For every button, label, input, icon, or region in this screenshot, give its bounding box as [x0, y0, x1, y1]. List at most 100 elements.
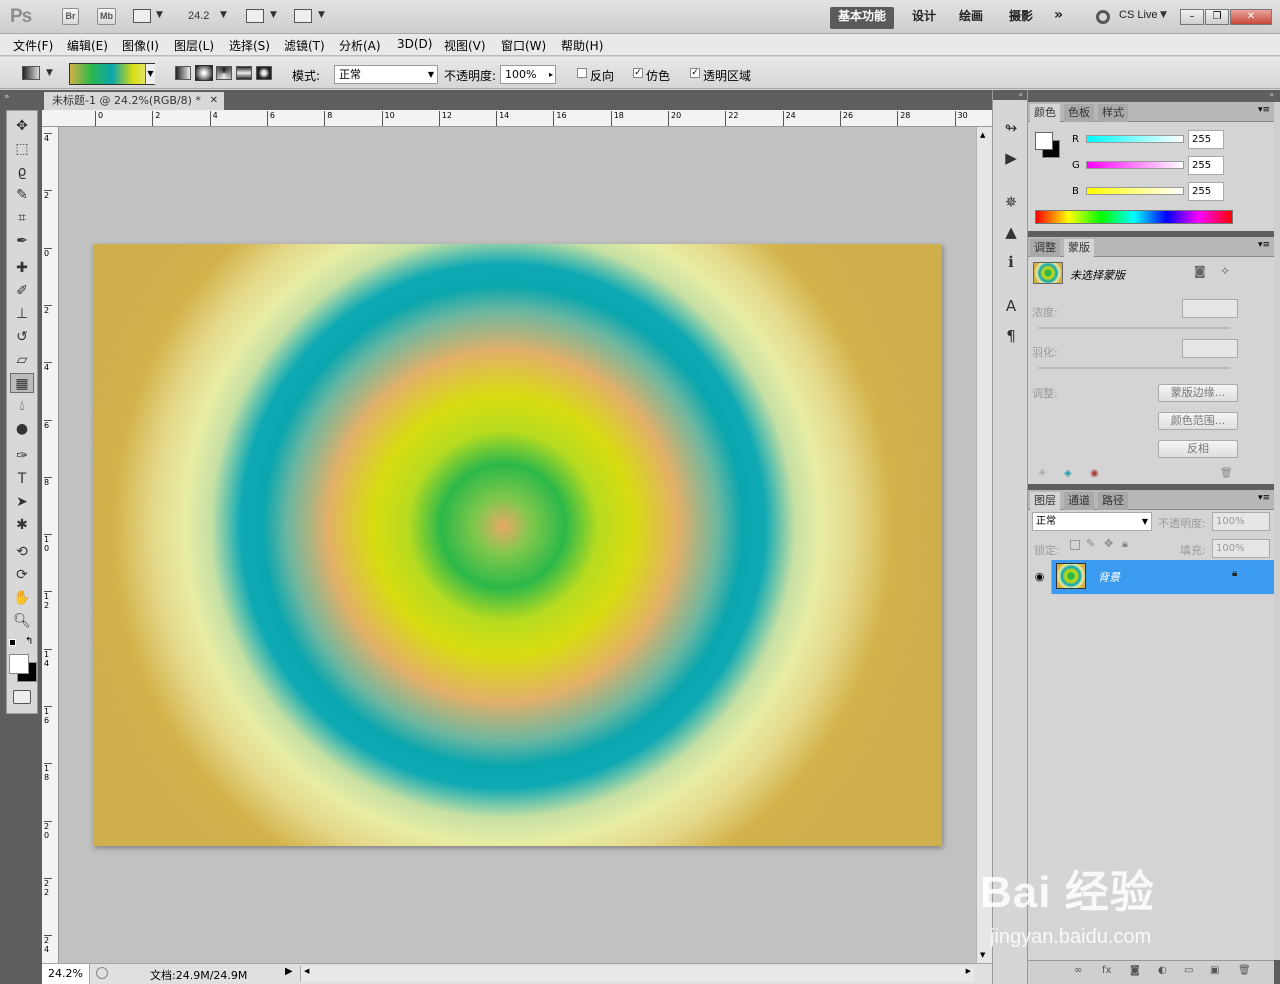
gradient-tool-preset-icon[interactable]: [22, 66, 40, 80]
panel-menu-icon[interactable]: ▾≡: [1258, 105, 1270, 115]
tab-color[interactable]: 颜色: [1030, 104, 1060, 122]
radial-gradient-icon[interactable]: [195, 65, 213, 81]
history-brush-tool-icon[interactable]: ↺: [10, 327, 34, 347]
document-tab[interactable]: 未标题-1 @ 24.2%(RGB/8) * ✕: [44, 92, 224, 110]
disable-mask-icon[interactable]: ◉: [1090, 468, 1099, 479]
chevron-down-icon[interactable]: ▼: [1160, 10, 1167, 20]
view-extras-icon[interactable]: [133, 9, 151, 23]
density-slider[interactable]: [1038, 327, 1230, 329]
swap-colors-icon[interactable]: ↰: [25, 636, 33, 647]
histogram-panel-icon[interactable]: ▲: [1001, 222, 1021, 242]
invert-button[interactable]: 反相: [1158, 440, 1238, 458]
eraser-tool-icon[interactable]: ▱: [10, 350, 34, 370]
menu-window[interactable]: 窗口(W): [501, 37, 546, 54]
menu-3d[interactable]: 3D(D): [397, 37, 432, 51]
apply-mask-icon[interactable]: ◈: [1064, 468, 1072, 479]
fill-field[interactable]: 100%: [1212, 539, 1270, 558]
gradient-picker[interactable]: [69, 63, 155, 85]
tab-masks[interactable]: 蒙版: [1064, 239, 1094, 257]
blur-tool-icon[interactable]: 💧︎: [10, 396, 34, 416]
menu-select[interactable]: 选择(S): [229, 37, 270, 54]
diamond-gradient-icon[interactable]: [256, 66, 272, 80]
adjustment-layer-icon[interactable]: ◐: [1158, 965, 1167, 976]
chevron-down-icon[interactable]: ▼: [220, 10, 227, 20]
menu-help[interactable]: 帮助(H): [561, 37, 603, 54]
r-slider[interactable]: [1086, 135, 1184, 143]
b-slider[interactable]: [1086, 187, 1184, 195]
character-panel-icon[interactable]: A: [1001, 296, 1021, 316]
linear-gradient-icon[interactable]: [175, 66, 191, 80]
collapse-icon[interactable]: »: [4, 92, 10, 102]
more-workspaces-button[interactable]: »: [1046, 7, 1071, 29]
lock-transparency-icon[interactable]: [1070, 540, 1080, 550]
layer-row-background[interactable]: ◉ 背景 🔒︎: [1028, 560, 1274, 594]
actions-panel-icon[interactable]: ▶: [1001, 148, 1021, 168]
eyedropper-tool-icon[interactable]: ✒: [10, 231, 34, 251]
vector-mask-icon[interactable]: ✧: [1220, 264, 1230, 278]
tab-channels[interactable]: 通道: [1064, 492, 1094, 510]
color-spectrum-bar[interactable]: [1035, 210, 1233, 224]
menu-layer[interactable]: 图层(L): [174, 37, 214, 54]
load-selection-icon[interactable]: ✳: [1038, 468, 1046, 479]
3d-rotate-tool-icon[interactable]: ⟲: [10, 542, 34, 562]
minibridge-button[interactable]: Mb: [97, 8, 116, 25]
info-panel-icon[interactable]: ℹ: [1001, 252, 1021, 272]
mode-select[interactable]: 正常 ▼: [334, 65, 438, 84]
g-value-field[interactable]: 255: [1188, 156, 1224, 175]
foreground-color-swatch[interactable]: [9, 654, 29, 674]
hand-tool-icon[interactable]: ✋: [10, 588, 34, 608]
zoom-level-status[interactable]: 24.2%: [42, 964, 90, 984]
brush-tool-icon[interactable]: ✐: [10, 281, 34, 301]
new-layer-icon[interactable]: ▣: [1210, 965, 1219, 976]
3d-orbit-tool-icon[interactable]: ⟳: [10, 565, 34, 585]
trash-icon[interactable]: 🗑︎: [1220, 468, 1233, 479]
b-value-field[interactable]: 255: [1188, 182, 1224, 201]
zoom-level-field[interactable]: 24.2: [188, 10, 209, 22]
path-selection-tool-icon[interactable]: ➤: [10, 492, 34, 512]
blend-mode-select[interactable]: 正常 ▼: [1032, 512, 1152, 531]
menu-analysis[interactable]: 分析(A): [339, 37, 381, 54]
panel-menu-icon[interactable]: ▾≡: [1258, 493, 1270, 503]
crop-tool-icon[interactable]: ⌗: [10, 208, 34, 228]
reflected-gradient-icon[interactable]: [236, 66, 252, 80]
feather-field[interactable]: [1182, 339, 1238, 358]
foreground-color-swatch[interactable]: [1035, 132, 1053, 150]
pixel-mask-icon[interactable]: ◙: [1194, 264, 1206, 278]
quick-mask-icon[interactable]: [13, 690, 31, 704]
chevron-down-icon[interactable]: ▼: [980, 951, 985, 959]
screen-mode-icon[interactable]: [294, 9, 312, 23]
chevron-down-icon[interactable]: ▼: [270, 10, 277, 20]
trash-icon[interactable]: 🗑︎: [1238, 965, 1251, 976]
mask-edge-button[interactable]: 蒙版边缘...: [1158, 384, 1238, 402]
angle-gradient-icon[interactable]: [216, 66, 232, 80]
density-field[interactable]: [1182, 299, 1238, 318]
collapse-icon[interactable]: »: [1028, 90, 1280, 100]
menu-image[interactable]: 图像(I): [122, 37, 159, 54]
r-value-field[interactable]: 255: [1188, 130, 1224, 149]
default-colors-icon[interactable]: [9, 639, 16, 646]
lock-pixels-icon[interactable]: ✎: [1086, 537, 1095, 550]
collapse-icon[interactable]: «: [993, 90, 1027, 100]
dodge-tool-icon[interactable]: ●: [10, 419, 34, 439]
paragraph-panel-icon[interactable]: ¶: [1001, 326, 1021, 346]
minimize-button[interactable]: –: [1180, 9, 1204, 25]
menu-file[interactable]: 文件(F): [13, 37, 53, 54]
tab-paths[interactable]: 路径: [1098, 492, 1128, 510]
chevron-down-icon[interactable]: ▼: [46, 68, 53, 78]
cslive-button[interactable]: CS Live: [1119, 9, 1158, 21]
history-panel-icon[interactable]: ↬: [1001, 118, 1021, 138]
bridge-button[interactable]: Br: [62, 8, 79, 25]
lasso-tool-icon[interactable]: ϱ: [10, 162, 34, 182]
custom-shape-tool-icon[interactable]: ✱: [10, 515, 34, 535]
menu-filter[interactable]: 滤镜(T): [284, 37, 325, 54]
tab-swatches[interactable]: 色板: [1064, 104, 1094, 122]
dither-checkbox[interactable]: ✓: [633, 68, 643, 78]
tab-styles[interactable]: 样式: [1098, 104, 1128, 122]
chevron-down-icon[interactable]: ▼: [145, 64, 155, 84]
lock-all-icon[interactable]: 🔒︎: [1122, 537, 1128, 551]
transparency-checkbox[interactable]: ✓: [690, 68, 700, 78]
tab-adjustments[interactable]: 调整: [1030, 239, 1060, 257]
workspace-painting-button[interactable]: 绘画: [951, 7, 991, 29]
chevron-left-icon[interactable]: ◀: [304, 967, 309, 975]
status-menu-arrow-icon[interactable]: ▶: [285, 966, 293, 977]
